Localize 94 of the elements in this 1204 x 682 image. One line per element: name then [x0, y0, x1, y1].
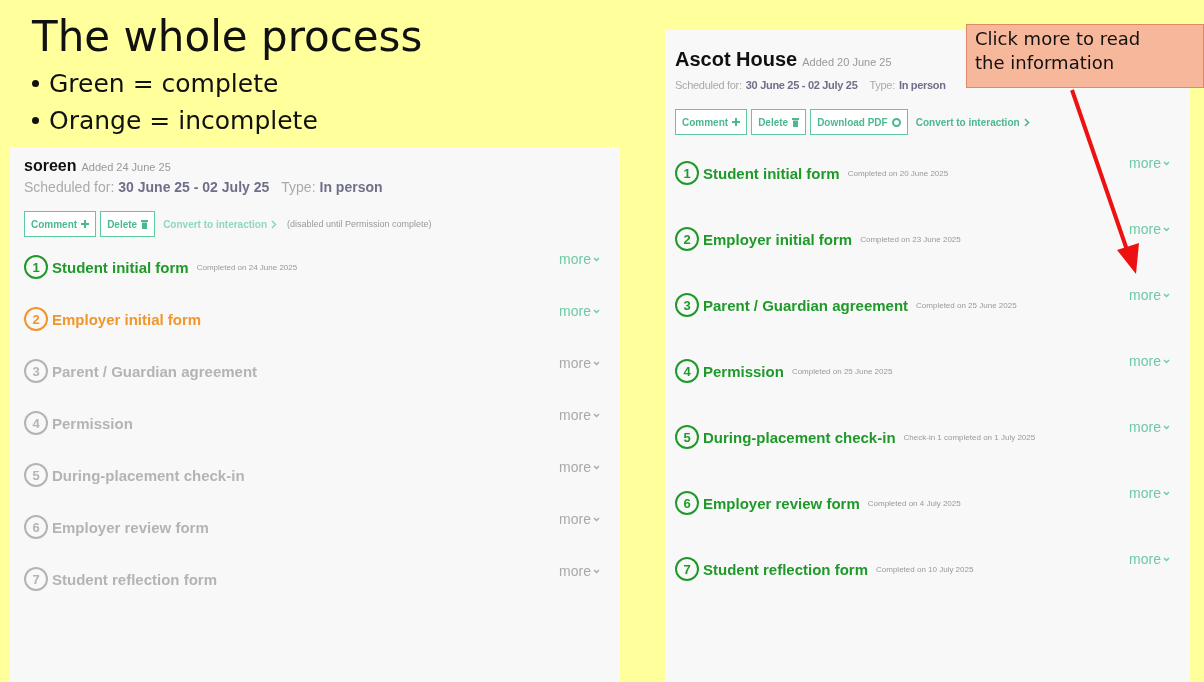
more-link[interactable]: more — [559, 251, 600, 267]
step-status-note: Check-in 1 completed on 1 July 2025 — [903, 432, 1036, 442]
step-status-note: Completed on 25 June 2025 — [791, 366, 893, 376]
step-title: Employer review form — [703, 494, 860, 512]
more-link[interactable]: more — [559, 407, 600, 423]
more-link[interactable]: more — [559, 303, 600, 319]
chevron-down-icon — [1163, 424, 1170, 430]
chevron-down-icon — [593, 568, 600, 574]
step-status-note: Completed on 4 July 2025 — [867, 498, 961, 508]
more-link[interactable]: more — [559, 511, 600, 527]
scheduled-dates: 30 June 25 - 02 July 25 — [745, 79, 858, 91]
chevron-down-icon — [1163, 292, 1170, 298]
step-title: Student reflection form — [52, 570, 217, 588]
chevron-down-icon — [1163, 490, 1170, 496]
step-number: 5 — [24, 463, 48, 487]
more-link[interactable]: more — [1129, 551, 1170, 567]
step-number: 4 — [24, 411, 48, 435]
step-status-note: Completed on 25 June 2025 — [916, 300, 1017, 310]
step-number: 3 — [675, 293, 699, 317]
step-title: During-placement check-in — [52, 466, 245, 484]
step-number: 2 — [24, 307, 48, 331]
trash-icon — [792, 117, 800, 127]
step-number: 5 — [675, 425, 699, 449]
placement-name: Ascot House — [675, 48, 798, 71]
step-title: Student reflection form — [703, 560, 868, 578]
comment-button[interactable]: Comment — [24, 211, 97, 237]
chevron-down-icon — [1163, 358, 1170, 364]
plus-icon — [81, 220, 90, 228]
step-number: 6 — [24, 515, 48, 539]
type-label: Type: — [281, 179, 316, 195]
more-link[interactable]: more — [559, 355, 600, 371]
added-date: Added 24 June 25 — [81, 161, 171, 173]
step-number: 7 — [24, 567, 48, 591]
chevron-down-icon — [1163, 556, 1170, 562]
scheduled-label: Scheduled for: — [675, 79, 742, 91]
chevron-down-icon — [593, 464, 600, 470]
bullet-text: Green = complete — [32, 69, 620, 98]
added-date: Added 20 June 25 — [802, 56, 892, 68]
chevron-down-icon — [593, 516, 600, 522]
callout-box: Click more to read the information — [966, 24, 1204, 88]
delete-button[interactable]: Delete — [100, 211, 156, 237]
step-number: 7 — [675, 557, 699, 581]
step-title: Employer review form — [52, 518, 209, 536]
step-title: Student initial form — [52, 258, 189, 276]
comment-button[interactable]: Comment — [675, 109, 748, 135]
more-link[interactable]: more — [559, 563, 600, 579]
disabled-note: (disabled until Permission complete) — [287, 219, 432, 229]
chevron-right-icon — [1023, 117, 1030, 127]
step-title: Parent / Guardian agreement — [52, 362, 258, 380]
more-link[interactable]: more — [1129, 419, 1170, 435]
more-link[interactable]: more — [1129, 353, 1170, 369]
step-title: Permission — [52, 414, 133, 432]
step-status-note: Completed on 10 July 2025 — [876, 564, 974, 574]
chevron-right-icon — [271, 219, 278, 229]
chevron-down-icon — [593, 256, 600, 262]
scheduled-label: Scheduled for: — [24, 179, 115, 195]
step-number: 6 — [675, 491, 699, 515]
chevron-down-icon — [1163, 160, 1170, 166]
trash-icon — [141, 219, 149, 229]
more-link[interactable]: more — [1129, 287, 1170, 303]
chevron-down-icon — [593, 412, 600, 418]
step-title: Employer initial form — [52, 310, 202, 328]
circle-icon — [891, 117, 901, 127]
download-button[interactable]: Download PDF — [810, 109, 908, 135]
type-value: In person — [898, 79, 946, 91]
plus-icon — [732, 118, 741, 126]
step-title: Student initial form — [703, 164, 840, 182]
type-label: Type: — [869, 79, 895, 91]
scheduled-dates: 30 June 25 - 02 July 25 — [118, 179, 270, 195]
type-value: In person — [319, 179, 383, 195]
step-status-note: Completed on 24 June 2025 — [196, 262, 298, 272]
slide-title: The whole process — [32, 12, 424, 61]
chevron-down-icon — [1163, 226, 1170, 232]
step-number: 3 — [24, 359, 48, 383]
more-link[interactable]: more — [1129, 485, 1170, 501]
more-link[interactable]: more — [1129, 155, 1170, 171]
step-number: 2 — [675, 227, 699, 251]
convert-link[interactable]: Convert to interaction — [915, 116, 1030, 128]
delete-button[interactable]: Delete — [751, 109, 807, 135]
step-title: Permission — [703, 362, 784, 380]
step-status-note: Completed on 20 June 2025 — [847, 168, 949, 178]
step-number: 1 — [675, 161, 699, 185]
step-number: 1 — [24, 255, 48, 279]
step-title: During-placement check-in — [703, 428, 896, 446]
bullet-text: Orange = incomplete — [32, 106, 620, 135]
step-title: Employer initial form — [703, 230, 853, 248]
step-title: Parent / Guardian agreement — [703, 296, 909, 314]
chevron-down-icon — [593, 360, 600, 366]
placement-name: soreen — [24, 157, 77, 175]
chevron-down-icon — [593, 308, 600, 314]
step-number: 4 — [675, 359, 699, 383]
step-status-note: Completed on 23 June 2025 — [860, 234, 961, 244]
more-link[interactable]: more — [559, 459, 600, 475]
more-link[interactable]: more — [1129, 221, 1170, 237]
